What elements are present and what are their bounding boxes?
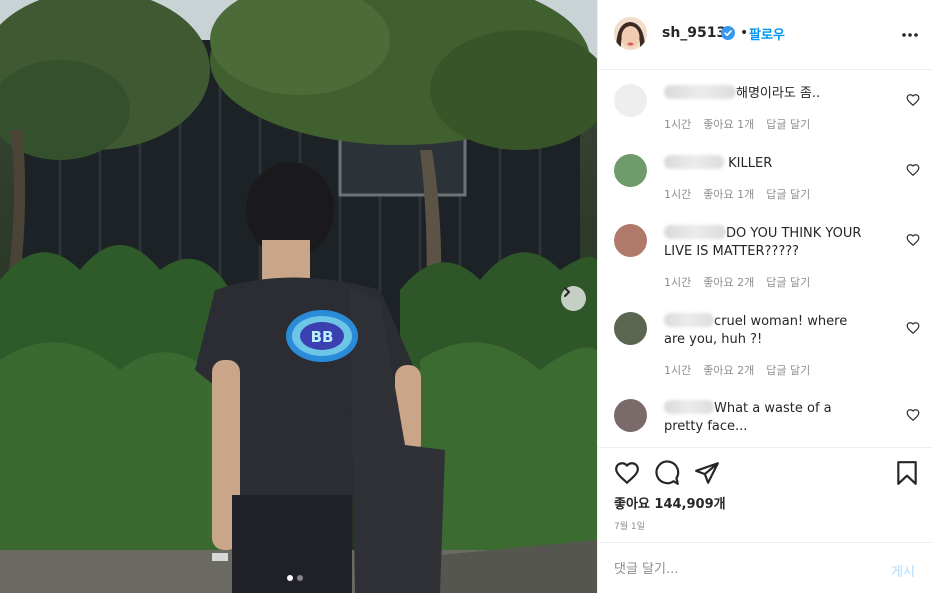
paper-plane-icon[interactable] [694,460,720,486]
comment-likes[interactable]: 좋아요 1개 [703,186,754,202]
add-comment-bar: 게시 [598,542,932,593]
author-username[interactable]: sh_9513 [662,25,726,41]
comment-text: cruel woman! where are you, huh ?! [664,313,872,349]
carousel-dot-active [287,575,293,581]
comment-username-blurred[interactable] [664,313,714,327]
comment-meta: 1시간 좋아요 1개 답글 달기 [664,116,810,132]
comment-like-icon[interactable] [906,163,920,177]
comment-likes[interactable]: 좋아요 2개 [703,362,754,378]
comment-meta: 1시간 좋아요 2개 답글 달기 [664,274,810,290]
comment-likes[interactable]: 좋아요 1개 [703,116,754,132]
comment-avatar[interactable] [614,312,647,345]
comment-like-icon[interactable] [906,321,920,335]
post-photo-illustration: BB [0,0,597,593]
verified-badge-icon [721,26,735,40]
comment-avatar[interactable] [614,399,647,432]
comment-avatar[interactable] [614,84,647,117]
more-options-icon[interactable] [900,25,920,45]
comment-username-blurred[interactable] [664,400,714,414]
comment-meta: 1시간 좋아요 2개 답글 달기 [664,362,810,378]
comment-like-icon[interactable] [906,233,920,247]
post-date[interactable]: 7월 1일 [614,519,645,532]
comment-reply-button[interactable]: 답글 달기 [766,274,810,290]
comment-like-icon[interactable] [906,408,920,422]
comment-like-icon[interactable] [906,93,920,107]
comment-reply-button[interactable]: 답글 달기 [766,362,810,378]
bookmark-icon[interactable] [894,460,920,486]
comment-likes[interactable]: 좋아요 2개 [703,274,754,290]
follow-button[interactable]: 팔로우 [749,24,785,43]
comment-avatar[interactable] [614,154,647,187]
comment-body: 해명이라도 좀.. [736,86,821,101]
avatar-image [614,17,647,50]
comment-avatar[interactable] [614,224,647,257]
chevron-right-icon [564,287,570,297]
comment-text: What a waste of a pretty face... [664,400,872,436]
comment-username-blurred[interactable] [664,225,726,239]
carousel-dot [297,575,303,581]
comment-username-blurred[interactable] [664,155,724,169]
header-separator: • [740,25,749,41]
svg-text:BB: BB [311,328,334,346]
comment-reply-button[interactable]: 답글 달기 [766,116,810,132]
comment-time[interactable]: 1시간 [664,186,691,202]
comment-input[interactable] [614,559,864,579]
comment-time[interactable]: 1시간 [664,274,691,290]
post-side-panel: sh_9513 • 팔로우 해명이라도 좀.. 1시간 좋아요 1개 답글 달기 [597,0,932,593]
carousel-indicator [287,575,303,581]
comment-text: 해명이라도 좀.. [664,85,872,103]
carousel-next-button[interactable] [561,286,586,311]
comment-icon[interactable] [654,460,680,486]
heart-icon[interactable] [614,460,640,486]
post-actions: 좋아요 144,909개 7월 1일 [598,447,932,542]
comment-username-blurred[interactable] [664,85,736,99]
comments-list[interactable]: 해명이라도 좀.. 1시간 좋아요 1개 답글 달기 KILLER 1시간 좋아… [598,71,932,447]
post-comment-button[interactable]: 게시 [891,561,915,580]
comment-text: DO YOU THINK YOUR LIVE IS MATTER????? [664,225,872,261]
comment-body: KILLER [724,156,773,171]
comment-reply-button[interactable]: 답글 달기 [766,186,810,202]
author-avatar[interactable] [614,17,647,50]
post-image: BB [0,0,597,593]
post-header: sh_9513 • 팔로우 [598,0,932,70]
likes-count[interactable]: 좋아요 144,909개 [614,493,726,512]
comment-time[interactable]: 1시간 [664,362,691,378]
comment-meta: 1시간 좋아요 1개 답글 달기 [664,186,810,202]
comment-time[interactable]: 1시간 [664,116,691,132]
comment-text: KILLER [664,155,872,173]
